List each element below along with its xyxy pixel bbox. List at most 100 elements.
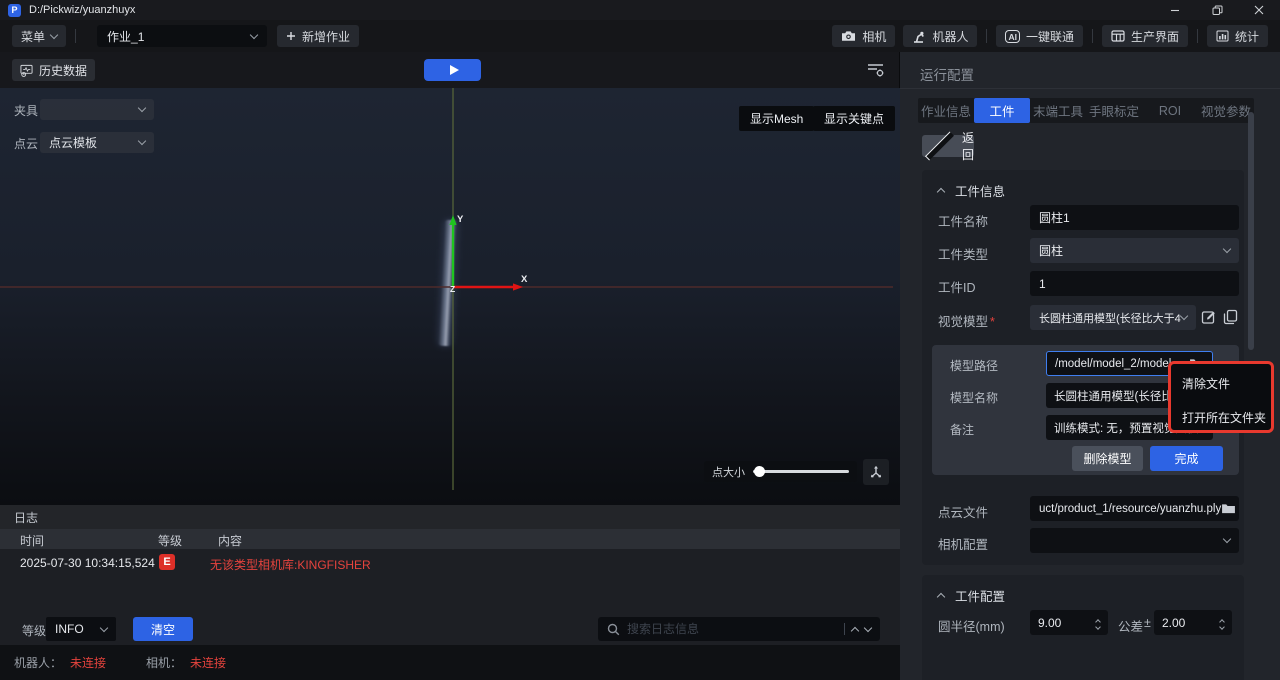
spin-down-icon[interactable] xyxy=(1095,624,1101,630)
camera-status-label: 相机： xyxy=(146,654,182,671)
axes-icon xyxy=(868,464,884,480)
camera-icon xyxy=(841,30,856,42)
menu-item-open-folder[interactable]: 打开所在文件夹 xyxy=(1182,409,1266,426)
tab-roi[interactable]: ROI xyxy=(1142,98,1198,123)
display-settings-button[interactable] xyxy=(866,62,885,83)
minimize-icon[interactable] xyxy=(1154,0,1196,20)
log-row[interactable]: 2025-07-30 10:34:15,524 E 无该类型相机库:KINGFI… xyxy=(0,549,900,575)
tab-end-tool[interactable]: 末端工具 xyxy=(1030,98,1086,123)
spin-down-icon[interactable] xyxy=(1219,624,1225,630)
edit-model-button[interactable] xyxy=(1200,308,1218,326)
log-level-select[interactable]: INFO xyxy=(46,617,116,641)
workpiece-config-header[interactable]: 工件配置 xyxy=(938,586,1005,605)
panel-scrollbar[interactable] xyxy=(1248,112,1254,350)
history-data-label: 历史数据 xyxy=(39,62,87,79)
workpiece-info-header[interactable]: 工件信息 xyxy=(938,181,1005,200)
back-button-label: 返回 xyxy=(962,129,974,163)
tolerance-spinner[interactable]: 2.00 xyxy=(1154,610,1232,635)
menu-item-clear-file[interactable]: 清除文件 xyxy=(1182,375,1230,392)
point-size-label: 点大小 xyxy=(712,464,745,480)
delete-model-button[interactable]: 删除模型 xyxy=(1072,446,1143,471)
stats-label: 统计 xyxy=(1235,28,1259,45)
status-bar: 机器人： 未连接 相机： 未连接 xyxy=(0,645,900,680)
pointcloud-file-label: 点云文件 xyxy=(938,502,988,521)
workpiece-config-card: 工件配置 圆半径(mm) 9.00 公差 ± 2.00 xyxy=(922,575,1244,680)
one-key-connect-button[interactable]: AI 一键联通 xyxy=(996,25,1083,47)
vision-model-select-value: 长圆柱通用模型(长径比大于4:1) xyxy=(1039,310,1181,326)
copy-model-button[interactable] xyxy=(1221,308,1239,326)
show-mesh-button[interactable]: 显示Mesh xyxy=(739,106,814,131)
log-panel: 日志 时间 等级 内容 2025-07-30 10:34:15,524 E 无该… xyxy=(0,505,900,645)
play-button[interactable] xyxy=(424,59,481,81)
axis-y-label: Y xyxy=(457,214,464,225)
3d-viewport[interactable]: Y X Z 夹具 点云 点云模板 显示Mesh 显示关键点 点大小 xyxy=(0,88,900,505)
type-select[interactable]: 圆柱 xyxy=(1030,238,1239,263)
history-data-icon xyxy=(20,64,33,77)
search-prev-icon[interactable] xyxy=(851,626,859,634)
id-input[interactable]: 1 xyxy=(1030,271,1239,296)
clear-log-button[interactable]: 清空 xyxy=(133,617,193,641)
run-config-panel: 运行配置 作业信息 工件 末端工具 手眼标定 ROI 视觉参数 返回 工件信息 … xyxy=(900,52,1280,680)
chevron-left-icon xyxy=(925,132,954,161)
tolerance-label: 公差 xyxy=(1118,616,1143,635)
model-path-value: /model/model_2/model... xyxy=(1055,358,1181,370)
file-context-menu: 清除文件 打开所在文件夹 xyxy=(1168,361,1274,433)
spinner-arrows[interactable] xyxy=(1096,617,1100,629)
radius-value: 9.00 xyxy=(1038,616,1061,630)
toolbar-divider xyxy=(986,29,987,43)
panel-tabs: 作业信息 工件 末端工具 手眼标定 ROI 视觉参数 xyxy=(918,98,1254,123)
name-input-value: 圆柱1 xyxy=(1039,209,1070,226)
plus-minus-sign: ± xyxy=(1144,616,1151,630)
add-job-button[interactable]: 新增作业 xyxy=(277,25,359,47)
axes-toggle-button[interactable] xyxy=(863,459,889,485)
camera-button[interactable]: 相机 xyxy=(832,25,895,47)
radius-spinner[interactable]: 9.00 xyxy=(1030,610,1108,635)
tab-vision-params[interactable]: 视觉参数 xyxy=(1198,98,1254,123)
robot-button[interactable]: 机器人 xyxy=(903,25,977,47)
tab-hand-eye-calib[interactable]: 手眼标定 xyxy=(1086,98,1142,123)
edit-icon xyxy=(1201,309,1217,325)
camera-label: 相机 xyxy=(862,28,886,45)
pointcloud-select[interactable]: 点云模板 xyxy=(40,132,154,153)
plus-icon xyxy=(286,31,296,41)
tab-job-info[interactable]: 作业信息 xyxy=(918,98,974,123)
axis-z-label: Z xyxy=(450,284,455,294)
production-ui-button[interactable]: 生产界面 xyxy=(1102,25,1188,47)
log-search-input[interactable] xyxy=(627,622,837,636)
search-next-icon[interactable] xyxy=(864,623,872,631)
panel-title: 运行配置 xyxy=(920,64,974,84)
vision-model-select[interactable]: 长圆柱通用模型(长径比大于4:1) xyxy=(1030,305,1196,330)
tolerance-value: 2.00 xyxy=(1162,616,1185,630)
name-input[interactable]: 圆柱1 xyxy=(1030,205,1239,230)
menu-button[interactable]: 菜单 xyxy=(12,25,66,47)
log-col-level: 等级 xyxy=(158,532,182,549)
point-size-slider-thumb[interactable] xyxy=(754,466,765,477)
panel-divider xyxy=(900,88,1280,89)
chevron-down-icon xyxy=(50,30,58,38)
point-size-slider[interactable] xyxy=(753,470,849,473)
done-button[interactable]: 完成 xyxy=(1150,446,1223,471)
fixture-select[interactable] xyxy=(40,99,154,120)
close-icon[interactable] xyxy=(1238,0,1280,20)
back-button[interactable]: 返回 xyxy=(922,135,974,157)
type-label: 工件类型 xyxy=(938,244,988,263)
restore-icon[interactable] xyxy=(1196,0,1238,20)
job-select[interactable]: 作业_1 xyxy=(97,25,267,47)
chevron-down-icon xyxy=(250,30,258,38)
stats-button[interactable]: 统计 xyxy=(1207,25,1268,47)
bar-chart-icon xyxy=(1216,30,1229,42)
job-select-value: 作业_1 xyxy=(107,28,144,45)
spinner-arrows[interactable] xyxy=(1220,617,1224,629)
search-divider xyxy=(844,623,845,635)
folder-icon[interactable] xyxy=(1221,503,1236,514)
history-data-button[interactable]: 历史数据 xyxy=(12,59,95,81)
tab-workpiece[interactable]: 工件 xyxy=(974,98,1030,123)
chevron-up-icon xyxy=(937,593,945,601)
camera-status-value: 未连接 xyxy=(190,654,226,671)
model-path-label: 模型路径 xyxy=(950,357,998,374)
camera-config-select[interactable] xyxy=(1030,528,1239,553)
chevron-down-icon xyxy=(138,137,146,145)
pointcloud-file-input[interactable]: uct/product_1/resource/yuanzhu.ply xyxy=(1030,496,1239,521)
play-icon xyxy=(450,65,459,75)
show-keypoints-button[interactable]: 显示关键点 xyxy=(813,106,895,131)
